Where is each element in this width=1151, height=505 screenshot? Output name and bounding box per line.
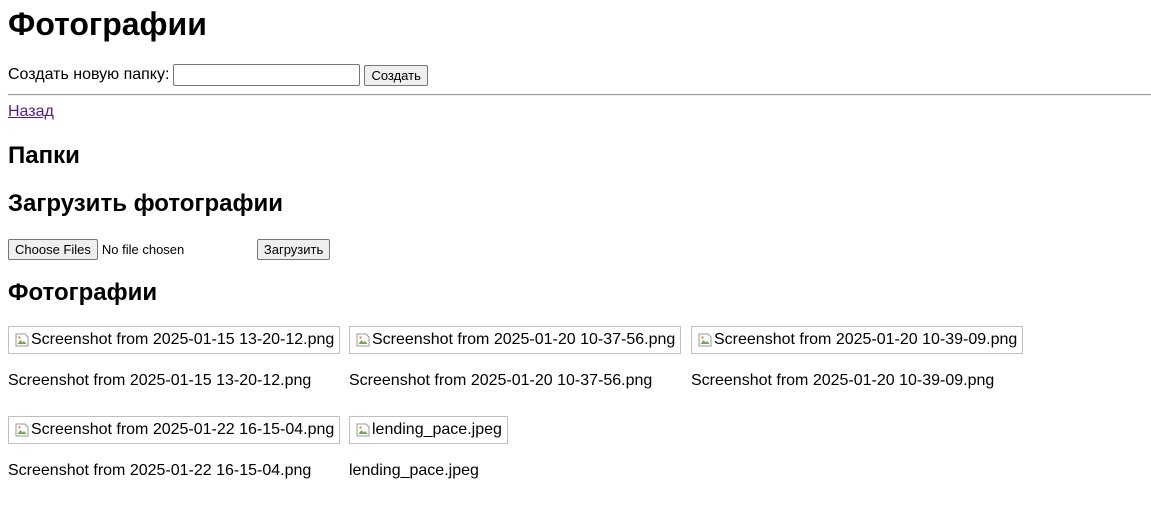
create-folder-label: Создать новую папку: bbox=[8, 66, 170, 83]
photo-alt-text: Screenshot from 2025-01-22 16-15-04.png bbox=[31, 421, 335, 438]
broken-image-icon bbox=[15, 423, 29, 437]
file-status-text: No file chosen bbox=[101, 241, 185, 257]
photo-caption: Screenshot from 2025-01-15 13-20-12.png bbox=[8, 372, 312, 389]
photo-image[interactable]: Screenshot from 2025-01-20 10-39-09.png bbox=[691, 326, 1024, 354]
photo-image[interactable]: lending_pace.jpeg bbox=[349, 416, 508, 444]
photo-caption: Screenshot from 2025-01-22 16-15-04.png bbox=[8, 462, 312, 479]
photo-card[interactable]: Screenshot from 2025-01-20 10-37-56.png … bbox=[349, 326, 682, 389]
folder-name-input[interactable] bbox=[173, 64, 361, 86]
photo-alt-text: Screenshot from 2025-01-20 10-39-09.png bbox=[714, 331, 1018, 348]
back-link[interactable]: Назад bbox=[8, 103, 54, 121]
photo-card[interactable]: Screenshot from 2025-01-15 13-20-12.png … bbox=[8, 326, 341, 389]
photos-heading: Фотографии bbox=[8, 279, 158, 306]
photo-alt-text: Screenshot from 2025-01-15 13-20-12.png bbox=[31, 331, 335, 348]
divider bbox=[8, 94, 1151, 96]
upload-form: Choose Files No file chosen Загрузить bbox=[8, 238, 331, 260]
upload-heading: Загрузить фотографии bbox=[8, 190, 283, 217]
photo-alt-text: lending_pace.jpeg bbox=[372, 421, 502, 438]
create-folder-form: Создать новую папку: Создать bbox=[8, 64, 428, 86]
choose-files-button[interactable]: Choose Files bbox=[8, 238, 98, 260]
broken-image-icon bbox=[15, 333, 29, 347]
photo-card[interactable]: Screenshot from 2025-01-22 16-15-04.png … bbox=[8, 416, 341, 479]
photo-caption: lending_pace.jpeg bbox=[349, 462, 479, 479]
photo-caption: Screenshot from 2025-01-20 10-37-56.png bbox=[349, 372, 653, 389]
photo-card[interactable]: Screenshot from 2025-01-20 10-39-09.png … bbox=[691, 326, 1024, 389]
broken-image-icon bbox=[698, 333, 712, 347]
page-title: Фотографии bbox=[8, 6, 207, 42]
photo-alt-text: Screenshot from 2025-01-20 10-37-56.png bbox=[372, 331, 676, 348]
photo-card[interactable]: lending_pace.jpeg lending_pace.jpeg bbox=[349, 416, 508, 479]
upload-button[interactable]: Загрузить bbox=[256, 238, 331, 260]
photo-caption: Screenshot from 2025-01-20 10-39-09.png bbox=[691, 372, 995, 389]
photo-image[interactable]: Screenshot from 2025-01-22 16-15-04.png bbox=[8, 416, 341, 444]
broken-image-icon bbox=[356, 333, 370, 347]
folders-heading: Папки bbox=[8, 142, 80, 169]
broken-image-icon bbox=[356, 423, 370, 437]
photo-image[interactable]: Screenshot from 2025-01-15 13-20-12.png bbox=[8, 326, 341, 354]
create-folder-button[interactable]: Создать bbox=[364, 64, 428, 86]
photo-image[interactable]: Screenshot from 2025-01-20 10-37-56.png bbox=[349, 326, 682, 354]
